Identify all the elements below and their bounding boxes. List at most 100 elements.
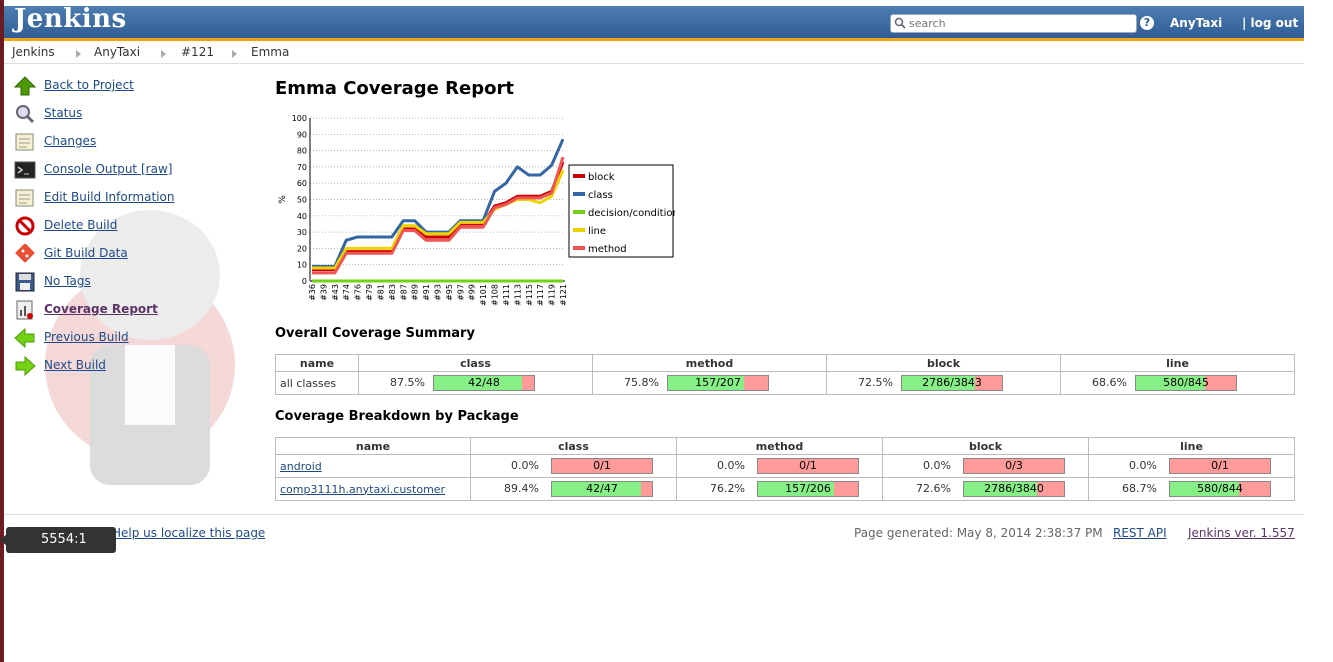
x-tick-label: #117 [536, 284, 545, 306]
sidebar-item-next-build[interactable]: Next Build [14, 354, 244, 376]
sidebar-item-label[interactable]: Edit Build Information [44, 190, 174, 204]
logout-link[interactable]: | log out [1242, 16, 1298, 30]
x-tick-label: #87 [399, 284, 408, 301]
console-raw-link[interactable]: [raw] [141, 162, 172, 176]
package-link[interactable]: android [280, 460, 322, 473]
y-tick-label: 70 [297, 163, 307, 172]
column-header-name: name [275, 437, 471, 455]
legend-label: method [588, 244, 627, 255]
coverage-percent: 0.0% [717, 459, 745, 472]
legend-label: block [588, 172, 615, 183]
sidebar-item-label[interactable]: Git Build Data [44, 246, 128, 260]
git-icon [15, 244, 35, 263]
table-row: comp3111h.anytaxi.customer 89.4% 42/47 76.2… [275, 477, 1295, 501]
package-name-cell: android [275, 454, 471, 478]
breadcrumb-build[interactable]: #121 [181, 45, 214, 59]
coverage-bar: 0/3 [963, 458, 1065, 474]
x-tick-label: #115 [525, 284, 534, 306]
class-cell: 87.5% 42/48 [358, 371, 593, 395]
sidebar-item-label[interactable]: Previous Build [44, 330, 129, 344]
sidebar-item-previous-build[interactable]: Previous Build [14, 326, 244, 348]
sidebar-item-delete-build[interactable]: Delete Build [14, 214, 244, 236]
sidebar-item-status[interactable]: Status [14, 102, 244, 124]
x-tick-label: #43 [331, 284, 340, 301]
y-tick-label: 90 [297, 130, 307, 139]
coverage-bar: 2786/3843 [901, 375, 1003, 391]
coverage-percent: 72.6% [916, 482, 951, 495]
sidebar-item-git-build-data[interactable]: Git Build Data [14, 242, 244, 264]
x-tick-label: #113 [513, 284, 522, 306]
y-tick-label: 0 [302, 277, 307, 286]
sidebar-item-label[interactable]: No Tags [44, 274, 91, 288]
right-arrow-icon [15, 356, 36, 376]
x-tick-label: #95 [445, 284, 454, 301]
breadcrumb-jenkins[interactable]: Jenkins [12, 45, 55, 59]
package-link[interactable]: comp3111h.anytaxi.customer [280, 483, 445, 496]
coverage-percent: 68.7% [1122, 482, 1157, 495]
coverage-bar: 580/844 [1169, 481, 1271, 497]
sidebar-item-back-to-project[interactable]: Back to Project [14, 74, 244, 96]
sidebar-item-label[interactable]: Changes [44, 134, 96, 148]
rest-api-link[interactable]: REST API [1113, 526, 1167, 540]
jenkins-logo[interactable]: Jenkins [14, 4, 127, 34]
sidebar-item-console-output[interactable]: Console Output [raw] [14, 158, 244, 180]
tooltip: 5554:1 [0, 527, 116, 553]
legend-swatch [573, 246, 585, 250]
breadcrumb-separator-icon [232, 50, 237, 58]
coverage-bar: 2786/3840 [963, 481, 1065, 497]
column-header-method: method [592, 354, 827, 372]
coverage-fraction: 157/207 [695, 376, 741, 389]
table-row: android 0.0% 0/1 0.0% 0/1 0.0% 0/3 0.0% 0/1 [275, 454, 1295, 478]
coverage-percent: 68.6% [1092, 376, 1127, 389]
sidebar-item-edit-build-info[interactable]: Edit Build Information [14, 186, 244, 208]
class-cell: 0.0% 0/1 [470, 454, 677, 478]
sidebar-item-label[interactable]: Delete Build [44, 218, 117, 232]
series-line-method [312, 156, 565, 275]
column-header-line: line [1060, 354, 1295, 372]
breadcrumb-separator-icon [161, 50, 166, 58]
coverage-fraction: 580/844 [1197, 482, 1243, 495]
sidebar-item-label[interactable]: Next Build [44, 358, 106, 372]
coverage-fraction: 0/1 [1211, 459, 1229, 472]
sidebar-item-coverage-report[interactable]: Coverage Report [14, 298, 244, 320]
x-tick-label: #83 [388, 284, 397, 301]
magnifier-icon [16, 105, 35, 124]
column-header-class: class [358, 354, 593, 372]
column-header-block: block [882, 437, 1089, 455]
x-tick-label: #79 [365, 284, 374, 301]
sidebar-item-label[interactable]: Coverage Report [44, 302, 158, 316]
search-input[interactable] [909, 15, 1129, 32]
x-tick-label: #81 [376, 284, 385, 301]
x-tick-label: #108 [491, 284, 500, 306]
coverage-bar: 0/1 [551, 458, 653, 474]
sidebar-item-label[interactable]: Status [44, 106, 82, 120]
column-header-line: line [1088, 437, 1295, 455]
coverage-fraction: 0/3 [1005, 459, 1023, 472]
x-tick-label: #111 [502, 284, 511, 306]
breadcrumb-project[interactable]: AnyTaxi [94, 45, 140, 59]
breadcrumb-emma[interactable]: Emma [251, 45, 289, 59]
sidebar-item-changes[interactable]: Changes [14, 130, 244, 152]
block-cell: 72.6% 2786/3840 [882, 477, 1089, 501]
jenkins-version-link[interactable]: Jenkins ver. 1.557 [1188, 526, 1295, 540]
column-header-method: method [676, 437, 883, 455]
method-cell: 0.0% 0/1 [676, 454, 883, 478]
legend-swatch [573, 228, 585, 232]
search-box[interactable] [890, 14, 1137, 33]
y-tick-label: 40 [297, 212, 307, 221]
console-output-link[interactable]: Console Output [44, 162, 137, 176]
block-cell: 0.0% 0/3 [882, 454, 1089, 478]
legend-swatch [573, 210, 585, 214]
coverage-percent: 87.5% [390, 376, 425, 389]
help-icon[interactable]: ? [1140, 16, 1154, 30]
floppy-icon [15, 272, 35, 292]
localize-link[interactable]: Help us localize this page [112, 526, 265, 540]
user-link[interactable]: AnyTaxi [1170, 16, 1222, 30]
coverage-percent: 0.0% [923, 459, 951, 472]
coverage-percent: 72.5% [858, 376, 893, 389]
sidebar-item-label[interactable]: Back to Project [44, 78, 134, 92]
y-tick-label: 100 [292, 114, 307, 123]
coverage-trend-chart[interactable]: 0 10 20 30 40 50 60 70 80 90 100% #36 #39 #43 #74 #76 #7… [275, 108, 675, 313]
sidebar-item-no-tags[interactable]: No Tags [14, 270, 244, 292]
sidebar-item-label[interactable]: Console Output [raw] [44, 162, 172, 176]
